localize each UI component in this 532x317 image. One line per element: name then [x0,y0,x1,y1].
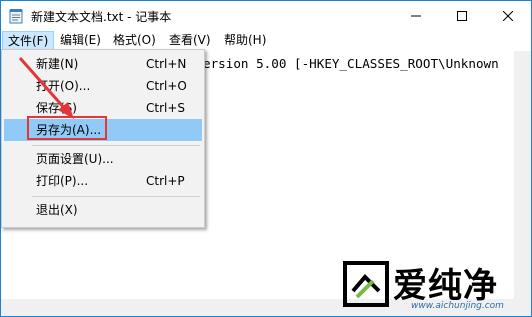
menu-view[interactable]: 查看(V) [164,31,216,50]
menu-separator [32,145,200,146]
minimize-icon [411,15,421,17]
menu-item-shortcut: Ctrl+O [146,79,187,93]
menu-file[interactable]: 文件(F) [2,31,55,50]
notepad-icon [9,9,23,24]
menu-item-open[interactable]: 打开(O)... Ctrl+O [4,75,202,97]
menu-item-exit[interactable]: 退出(X) [4,199,202,221]
menu-item-shortcut: Ctrl+S [146,101,186,115]
menu-edit[interactable]: 编辑(E) [55,31,106,50]
close-button[interactable] [485,1,531,31]
watermark-url: www.aichunjing.com [411,301,504,311]
menu-item-shortcut: Ctrl+P [146,174,185,188]
title-bar[interactable]: 新建文本文档.txt - 记事本 [1,1,531,31]
menu-bar: 文件(F) 编辑(E) 格式(O) 查看(V) 帮助(H) [1,31,531,51]
menu-help[interactable]: 帮助(H) [219,31,271,50]
editor-content: ersion 5.00 [-HKEY_CLASSES_ROOT\Unknown [203,56,499,71]
maximize-button[interactable] [439,1,485,31]
menu-item-print[interactable]: 打印(P)... Ctrl+P [4,170,202,192]
watermark-brand: 爱纯净 [393,266,498,306]
menu-item-label: 退出(X) [36,203,78,217]
menu-item-label: 打开(O)... [36,79,91,93]
minimize-button[interactable] [393,1,439,31]
annotation-highlight-box [27,116,107,140]
close-icon [503,11,513,21]
menu-item-page-setup[interactable]: 页面设置(U)... [4,148,202,170]
watermark-logo-icon [343,261,389,307]
menu-item-shortcut: Ctrl+N [146,57,187,71]
menu-separator [32,196,200,197]
vertical-scrollbar[interactable] [514,51,531,316]
window-title: 新建文本文档.txt - 记事本 [31,10,172,24]
menu-item-new[interactable]: 新建(N) Ctrl+N [4,53,202,75]
menu-item-label: 新建(N) [36,57,79,71]
maximize-icon [457,11,467,21]
menu-format[interactable]: 格式(O) [108,31,161,50]
menu-item-label: 页面设置(U)... [36,152,114,166]
menu-item-label: 打印(P)... [36,174,89,188]
